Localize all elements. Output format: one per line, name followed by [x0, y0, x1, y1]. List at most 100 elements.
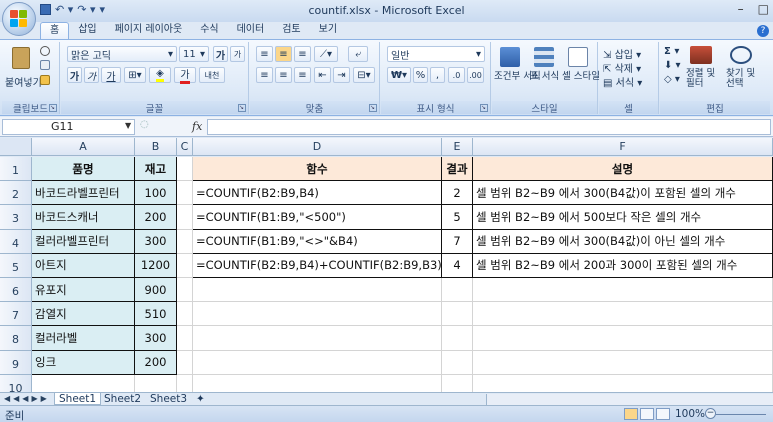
cell-c3[interactable]	[177, 205, 193, 230]
align-right-button[interactable]: ≡	[294, 67, 311, 83]
cell-a8[interactable]: 컬러라벨	[32, 326, 135, 351]
cell-e7[interactable]	[442, 302, 473, 327]
table-format-icon[interactable]	[534, 47, 554, 67]
align-bottom-button[interactable]: ≡	[294, 46, 311, 62]
zoom-slider[interactable]	[716, 414, 766, 415]
clear-icon[interactable]: ◇ ▾	[664, 74, 680, 85]
column-header-f[interactable]: F	[473, 138, 773, 156]
select-all-corner[interactable]	[0, 138, 32, 156]
sort-filter-icon[interactable]	[690, 46, 712, 64]
orientation-button[interactable]: ⟋▾	[314, 46, 338, 62]
cell-style-button[interactable]: 셀 스타일	[562, 72, 600, 82]
paste-icon[interactable]	[12, 47, 30, 69]
cell-b8[interactable]: 300	[135, 326, 177, 351]
cell-f6[interactable]	[473, 278, 773, 303]
row-header-9[interactable]: 9	[0, 350, 32, 375]
cell-c7[interactable]	[177, 302, 193, 327]
cell-c9[interactable]	[177, 350, 193, 375]
find-select-button[interactable]: 찾기 및 선택	[726, 69, 766, 89]
cell-a3[interactable]: 바코드스캐너	[32, 205, 135, 230]
copy-icon[interactable]	[40, 60, 50, 70]
sheet-tab-1[interactable]: Sheet1	[54, 393, 102, 405]
restore-button[interactable]: □	[758, 2, 769, 16]
increase-indent-button[interactable]: ⇥	[333, 67, 350, 83]
cell-e3[interactable]: 5	[442, 205, 473, 230]
cell-f3[interactable]: 셀 범위 B2~B9 에서 500보다 작은 셀의 개수	[473, 205, 773, 230]
bold-button[interactable]: 가	[67, 67, 82, 83]
cell-b5[interactable]: 1200	[135, 253, 177, 278]
cell-d3[interactable]: =COUNTIF(B1:B9,"<500")	[193, 205, 442, 230]
tab-review[interactable]: 검토	[273, 22, 309, 39]
table-format-button[interactable]: 표 서식	[530, 72, 559, 82]
row-header-8[interactable]: 8	[0, 326, 32, 351]
format-painter-icon[interactable]	[40, 75, 50, 85]
cell-a9[interactable]: 잉크	[32, 350, 135, 375]
cut-icon[interactable]	[40, 46, 50, 56]
cell-e9[interactable]	[442, 350, 473, 375]
cell-b4[interactable]: 300	[135, 229, 177, 254]
cell-b7[interactable]: 510	[135, 302, 177, 327]
alignment-launcher-icon[interactable]: ↘	[369, 104, 377, 112]
align-middle-button[interactable]: ≡	[275, 46, 292, 62]
cell-c1[interactable]	[177, 157, 193, 182]
cell-d8[interactable]	[193, 326, 442, 351]
cell-d5[interactable]: =COUNTIF(B2:B9,B4)+COUNTIF(B2:B9,B3)	[193, 253, 442, 278]
help-icon[interactable]: ?	[757, 25, 769, 37]
cell-style-icon[interactable]	[568, 47, 588, 67]
font-launcher-icon[interactable]: ↘	[238, 104, 246, 112]
wrap-text-button[interactable]: ⤶	[348, 46, 368, 62]
find-select-icon[interactable]	[730, 46, 752, 64]
row-header-5[interactable]: 5	[0, 253, 32, 278]
align-center-button[interactable]: ≡	[275, 67, 292, 83]
cell-e4[interactable]: 7	[442, 229, 473, 254]
cell-a1[interactable]: 품명	[32, 157, 135, 182]
column-header-b[interactable]: B	[135, 138, 177, 156]
cell-c8[interactable]	[177, 326, 193, 351]
page-layout-view-button[interactable]	[640, 408, 654, 420]
cell-a5[interactable]: 아트지	[32, 253, 135, 278]
cell-a7[interactable]: 감열지	[32, 302, 135, 327]
phonetic-button[interactable]: 내천	[199, 67, 225, 83]
tab-home[interactable]: 홈	[40, 22, 70, 39]
expand-icon[interactable]: ◌	[140, 119, 149, 130]
minimize-button[interactable]: –	[738, 2, 744, 16]
decrease-indent-button[interactable]: ⇤	[314, 67, 331, 83]
cell-f5[interactable]: 셀 범위 B2~B9 에서 200과 300이 포함된 셀의 개수	[473, 253, 773, 278]
align-left-button[interactable]: ≡	[256, 67, 273, 83]
cell-d6[interactable]	[193, 278, 442, 303]
delete-cells-button[interactable]: ⇱ 삭제 ▾	[603, 60, 641, 75]
cell-f1[interactable]: 설명	[473, 157, 773, 182]
sheet-tab-3[interactable]: Sheet3	[146, 393, 191, 405]
cell-e6[interactable]	[442, 278, 473, 303]
clipboard-launcher-icon[interactable]: ↘	[49, 104, 57, 112]
cell-a4[interactable]: 컬러라벨프린터	[32, 229, 135, 254]
insert-cells-button[interactable]: ⇲ 삽입 ▾	[603, 46, 641, 61]
italic-button[interactable]: 가	[84, 67, 99, 83]
cell-d9[interactable]	[193, 350, 442, 375]
column-header-a[interactable]: A	[32, 138, 135, 156]
tab-formulas[interactable]: 수식	[191, 22, 227, 39]
row-header-4[interactable]: 4	[0, 229, 32, 254]
cell-d7[interactable]	[193, 302, 442, 327]
cell-c5[interactable]	[177, 253, 193, 278]
font-name-select[interactable]: 맑은 고딕 ▾	[67, 46, 177, 62]
cell-e8[interactable]	[442, 326, 473, 351]
row-header-6[interactable]: 6	[0, 278, 32, 303]
comma-button[interactable]: ,	[430, 67, 445, 83]
row-header-1[interactable]: 1	[0, 157, 32, 182]
column-header-d[interactable]: D	[193, 138, 442, 156]
cell-d1[interactable]: 함수	[193, 157, 442, 182]
sort-filter-button[interactable]: 정렬 및 필터	[686, 69, 724, 89]
cell-e1[interactable]: 결과	[442, 157, 473, 182]
percent-button[interactable]: %	[413, 67, 428, 83]
cell-a6[interactable]: 유포지	[32, 278, 135, 303]
shrink-font-button[interactable]: 가	[230, 46, 245, 62]
cell-b2[interactable]: 100	[135, 181, 177, 206]
sheet-tab-2[interactable]: Sheet2	[100, 393, 145, 405]
tab-view[interactable]: 보기	[310, 22, 346, 39]
fill-color-button[interactable]: ◈	[149, 67, 171, 83]
page-break-view-button[interactable]	[656, 408, 670, 420]
cell-f8[interactable]	[473, 326, 773, 351]
chevron-down-icon[interactable]: ▼	[125, 119, 131, 133]
zoom-level[interactable]: 100%	[675, 408, 705, 420]
